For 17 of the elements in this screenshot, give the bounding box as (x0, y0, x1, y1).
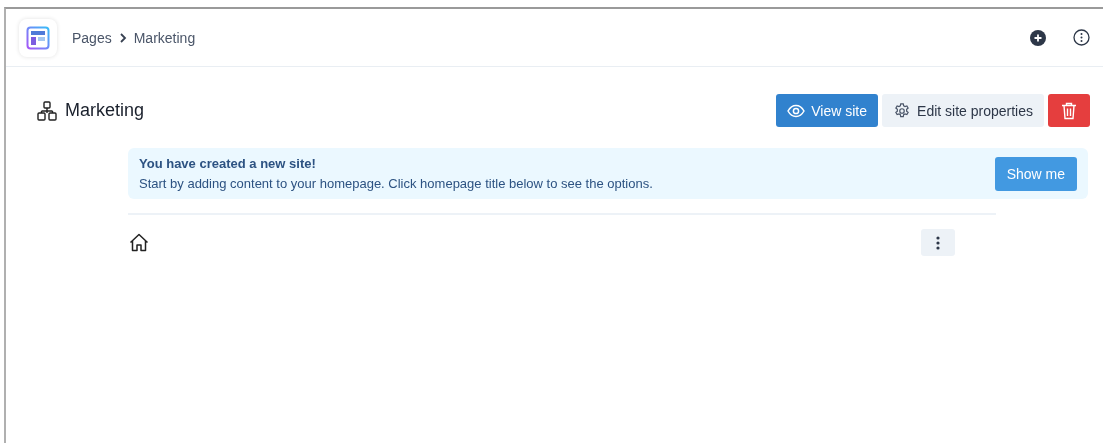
home-icon[interactable] (129, 233, 149, 252)
sitemap-icon (37, 100, 57, 121)
banner-title: You have created a new site! (139, 156, 317, 171)
page-title: Marketing (65, 100, 145, 121)
edit-site-properties-button[interactable]: Edit site properties (882, 94, 1044, 127)
settings-icon (893, 101, 912, 120)
delete-button[interactable] (1048, 94, 1090, 127)
vertical-dots-icon (936, 235, 940, 250)
chevron-right-icon (118, 32, 127, 43)
eye-icon (787, 103, 806, 118)
view-site-button[interactable]: View site (776, 94, 879, 127)
add-icon[interactable] (1030, 29, 1046, 46)
breadcrumb-item[interactable]: Pages (72, 29, 112, 46)
info-icon[interactable] (1073, 29, 1090, 46)
banner-text: Start by adding content to your homepage. Click homepage title below to see the options. (139, 176, 653, 191)
breadcrumb-item: Marketing (133, 29, 196, 46)
trash-icon (1061, 101, 1077, 120)
